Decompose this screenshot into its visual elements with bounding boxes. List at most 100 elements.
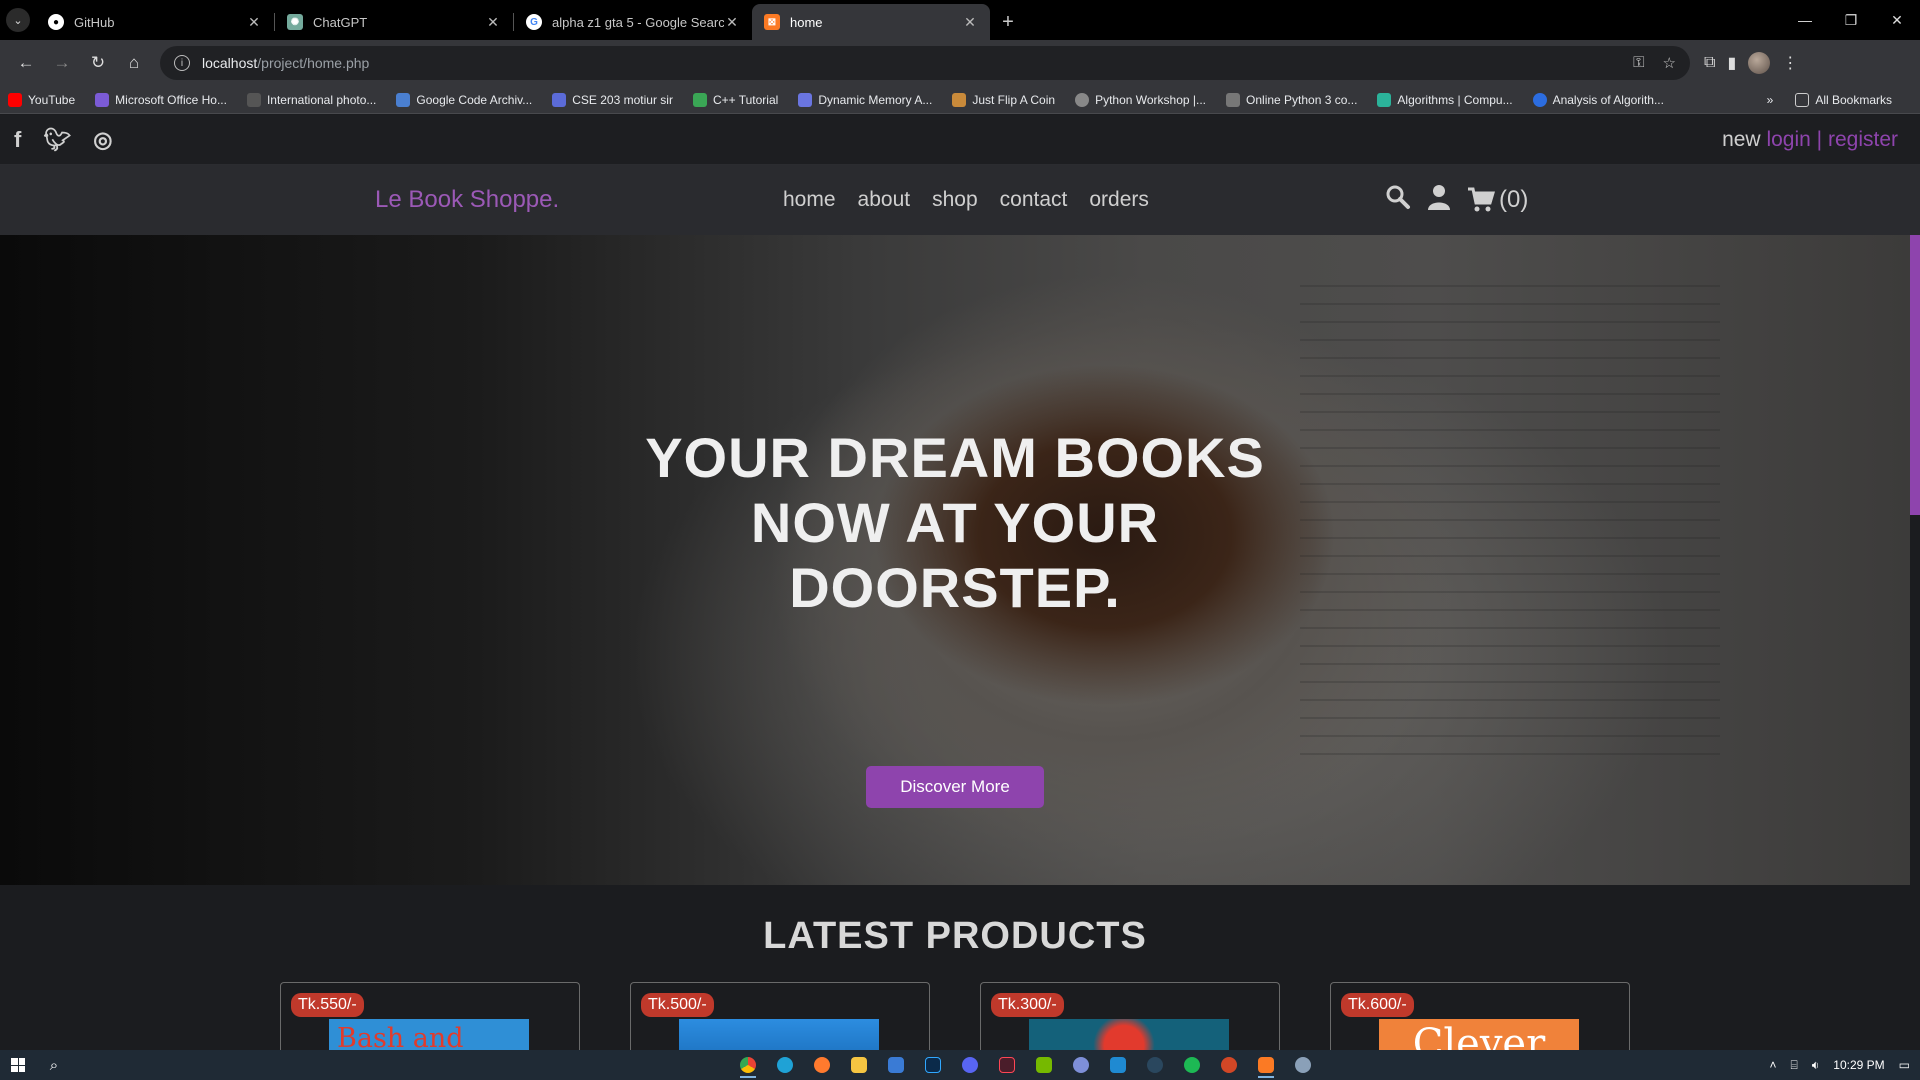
firefox-icon[interactable] [809,1052,835,1078]
auth-separator: | [1816,127,1823,151]
minimize-icon[interactable]: — [1782,0,1828,40]
bookmark-label: International photo... [266,92,377,107]
product-card[interactable]: Tk.550/- Bash and Lucy [280,982,580,1050]
bookmark-label: YouTube [28,92,76,107]
discover-more-button[interactable]: Discover More [866,766,1044,808]
cart-count: (0) [1499,186,1529,213]
instagram-icon[interactable]: ◎ [93,127,112,153]
tab-google-search[interactable]: G alpha z1 gta 5 - Google Search ✕ [514,4,752,40]
xampp-icon[interactable] [1253,1052,1279,1078]
more-menu-icon[interactable]: ⋮ [1782,53,1798,73]
bookmark-label: CSE 203 motiur sir [572,92,673,107]
back-icon[interactable]: ← [8,45,44,81]
nav-orders[interactable]: orders [1089,188,1149,212]
bookmark-online-python[interactable]: Online Python 3 co... [1226,92,1357,107]
price-badge: Tk.500/- [641,993,714,1017]
close-icon[interactable]: ✕ [724,14,740,31]
close-window-icon[interactable]: ✕ [1874,0,1920,40]
settings-app-icon[interactable] [1290,1052,1316,1078]
address-bar[interactable]: i localhost/project/home.php ⚿ ☆ [160,46,1690,80]
reload-icon[interactable]: ↻ [80,45,116,81]
twitter-icon[interactable]: 🐦︎ [43,127,71,153]
nav-home[interactable]: home [783,188,836,212]
powerpoint-icon[interactable] [1216,1052,1242,1078]
discord-icon[interactable] [957,1052,983,1078]
price-badge: Tk.550/- [291,993,364,1017]
chrome-icon[interactable] [735,1052,761,1078]
clock[interactable]: 10:29 PM [1833,1058,1884,1072]
tab-github[interactable]: ● GitHub ✕ [36,4,274,40]
main-nav: home about shop contact orders [783,188,1149,212]
bookmark-google-code[interactable]: Google Code Archiv... [396,92,532,107]
facebook-icon[interactable]: f [14,127,21,153]
steam-icon[interactable] [1142,1052,1168,1078]
side-panel-icon[interactable]: ▮ [1727,53,1736,73]
volume-icon[interactable]: 🔉︎ [1812,1058,1820,1073]
bookmarks-overflow-button[interactable]: » [1767,93,1774,107]
close-icon[interactable]: ✕ [962,14,978,31]
search-icon[interactable]: ⌕ [36,1057,72,1074]
bookmark-flip-coin[interactable]: Just Flip A Coin [952,92,1056,107]
tab-title: GitHub [74,14,115,30]
home-icon[interactable]: ⌂ [116,45,152,81]
password-key-icon[interactable]: ⚿ [1633,54,1644,72]
spotify-icon[interactable] [1179,1052,1205,1078]
product-card[interactable]: Tk.300/- [980,982,1280,1050]
cart-button[interactable]: (0) [1467,186,1528,214]
notifications-icon[interactable]: ▭ [1899,1058,1910,1072]
hero-line-2: NOW AT YOUR [750,491,1160,554]
file-explorer-icon[interactable] [846,1052,872,1078]
bookmark-dynamic-memory[interactable]: Dynamic Memory A... [798,92,932,107]
restore-icon[interactable]: ❐ [1828,0,1874,40]
bookmark-label: C++ Tutorial [712,92,779,107]
bookmark-cse203[interactable]: CSE 203 motiur sir [552,92,673,107]
taskbar: ⌕ ˄ ⌸ 🔉︎ 10:29 PM ▭ [0,1050,1920,1080]
nvidia-icon[interactable] [1031,1052,1057,1078]
user-icon[interactable] [1427,184,1451,217]
hero-line-1: YOUR DREAM BOOKS [645,426,1265,489]
bookmark-youtube[interactable]: YouTube [8,92,76,107]
site-info-icon[interactable]: i [174,55,190,71]
browser-toolbar: ← → ↻ ⌂ i localhost/project/home.php ⚿ ☆… [0,40,1920,86]
login-link[interactable]: login [1766,128,1810,151]
bookmark-analysis[interactable]: Analysis of Algorith... [1532,92,1664,107]
page-scrollbar-thumb[interactable] [1910,235,1920,515]
profile-avatar[interactable] [1748,52,1771,74]
photoshop-icon[interactable] [920,1052,946,1078]
vscode-icon[interactable] [1105,1052,1131,1078]
bookmark-office[interactable]: Microsoft Office Ho... [95,92,227,107]
tab-home[interactable]: ⊠ home ✕ [752,4,990,40]
product-card[interactable]: Tk.500/- [630,982,930,1050]
chatgpt-icon: ✺ [287,14,303,30]
close-icon[interactable]: ✕ [485,14,501,31]
tray-overflow-icon[interactable]: ˄ [1770,1058,1777,1072]
network-icon[interactable]: ⌸ [1791,1058,1798,1073]
bookmark-algorithms[interactable]: Algorithms | Compu... [1377,92,1513,107]
close-icon[interactable]: ✕ [246,14,262,31]
start-button[interactable] [0,1050,36,1080]
valorant-icon[interactable] [994,1052,1020,1078]
new-tab-button[interactable]: + [990,4,1026,40]
product-card[interactable]: Tk.600/- Clever [1330,982,1630,1050]
folder-icon [1795,92,1810,107]
bookmark-photo[interactable]: International photo... [246,92,377,107]
bookmark-cpp[interactable]: C++ Tutorial [692,92,779,107]
nav-contact[interactable]: contact [1000,188,1068,212]
nav-about[interactable]: about [858,188,911,212]
site-logo[interactable]: Le Book Shoppe. [375,186,559,214]
forward-icon[interactable]: → [44,45,80,81]
store-icon[interactable] [883,1052,909,1078]
web-page: f 🐦︎ ◎ new login | register Le Book Shop… [0,115,1920,1050]
bookmark-star-icon[interactable]: ☆ [1663,54,1676,72]
all-bookmarks-button[interactable]: All Bookmarks [1795,92,1892,107]
bookmark-python-workshop[interactable]: Python Workshop |... [1075,92,1206,107]
nav-shop[interactable]: shop [932,188,978,212]
tab-chatgpt[interactable]: ✺ ChatGPT ✕ [275,4,513,40]
browser-app-icon[interactable] [1068,1052,1094,1078]
edge-icon[interactable] [772,1052,798,1078]
search-icon[interactable] [1385,184,1411,217]
register-link[interactable]: register [1828,128,1898,151]
bookmark-label: Just Flip A Coin [972,92,1056,107]
tab-search-button[interactable]: ⌄ [0,0,36,40]
extensions-icon[interactable]: ⧉ [1704,54,1715,72]
